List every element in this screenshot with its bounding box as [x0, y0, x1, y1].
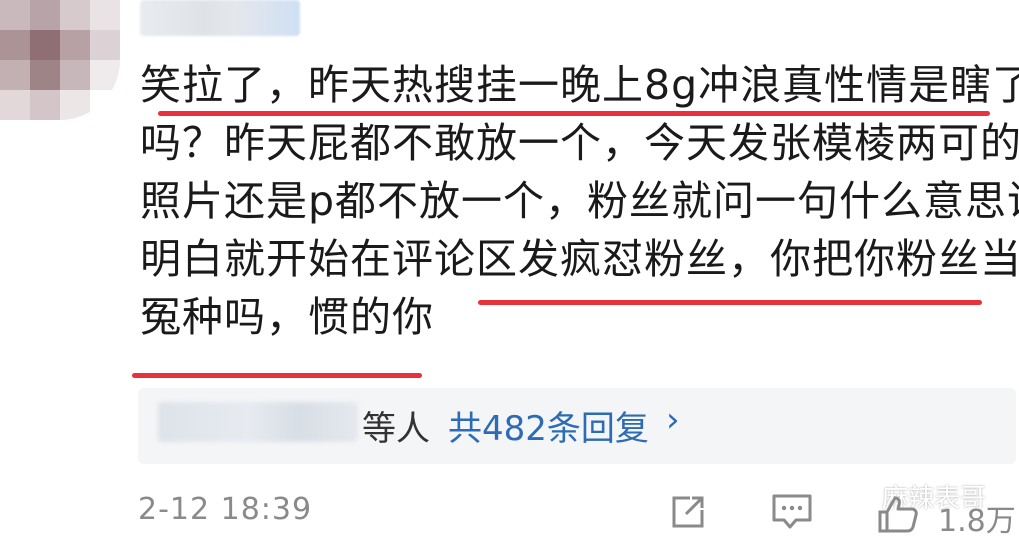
share-icon[interactable]: [668, 492, 708, 536]
like-count: 1.8万: [938, 504, 1016, 539]
like-icon[interactable]: [876, 494, 920, 538]
comment-line: 吗？昨天屁都不敢放一个，今天发张模棱两可的: [140, 119, 1019, 167]
replier-names-blurred: [158, 402, 358, 442]
replies-label: 等人: [362, 409, 430, 449]
username-blurred[interactable]: [140, 0, 300, 36]
wechat-icon: [842, 479, 878, 514]
highlight-underline: [158, 111, 990, 116]
comment-line: 笑拉了，昨天热搜挂一晚上8g冲浪真性情是瞎了: [140, 61, 1019, 109]
replies-count-link[interactable]: 共482条回复: [448, 401, 649, 450]
highlight-underline: [132, 373, 422, 378]
comment-line: 明白就开始在评论区发疯怼粉丝，你把你粉丝当: [140, 235, 1019, 283]
highlight-underline: [478, 300, 982, 305]
chevron-right-icon[interactable]: ›: [666, 400, 680, 440]
comment-timestamp: 2-12 18:39: [138, 492, 313, 527]
replies-summary[interactable]: 等人 共482条回复 ›: [138, 388, 1016, 464]
comment-line: 照片还是p都不放一个，粉丝就问一句什么意思说: [140, 177, 1019, 225]
comment-line: 冤种吗，惯的你: [140, 293, 434, 341]
avatar[interactable]: [0, 0, 120, 120]
comment-icon[interactable]: [770, 492, 814, 536]
